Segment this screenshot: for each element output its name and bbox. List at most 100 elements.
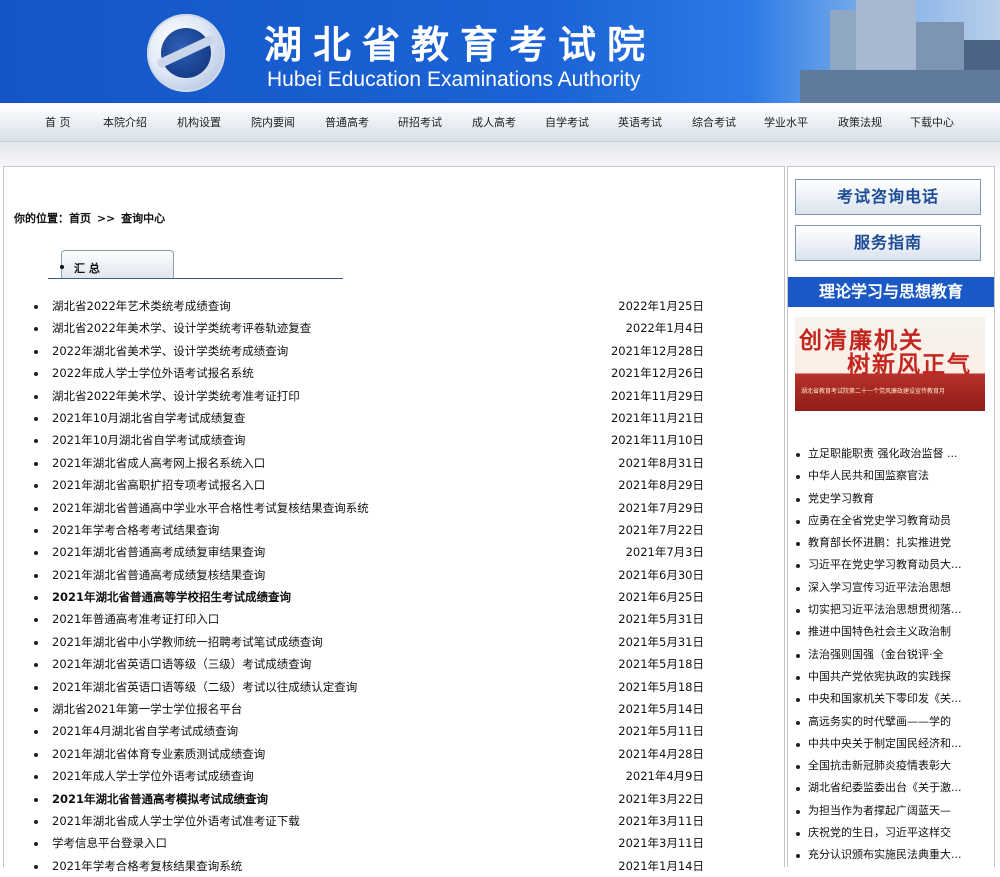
news-item-title[interactable]: 庆祝党的生日，习近平这样交 bbox=[808, 822, 951, 844]
list-item-title[interactable]: 2021年湖北省普通高等学校招生考试成绩查询 bbox=[52, 586, 291, 608]
nav-item-policy[interactable]: 政策法规 bbox=[838, 114, 882, 130]
news-item[interactable]: 深入学习宣传习近平法治思想 bbox=[794, 577, 990, 599]
list-item-title[interactable]: 2021年湖北省英语口语等级（二级）考试以往成绩认定查询 bbox=[52, 676, 357, 698]
list-item[interactable]: 2021年成人学士学位外语考试成绩查询 2021年4月9日 bbox=[28, 765, 708, 787]
list-item-title[interactable]: 2021年湖北省体育专业素质测试成绩查询 bbox=[52, 743, 265, 765]
nav-item-about[interactable]: 本院介绍 bbox=[103, 114, 147, 130]
news-item[interactable]: 中华人民共和国监察官法 bbox=[794, 465, 990, 487]
list-item[interactable]: 学考信息平台登录入口 2021年3月11日 bbox=[28, 832, 708, 854]
list-item[interactable]: 湖北省2021年第一学士学位报名平台 2021年5月14日 bbox=[28, 698, 708, 720]
list-item-title[interactable]: 2021年湖北省中小学教师统一招聘考试笔试成绩查询 bbox=[52, 631, 323, 653]
news-item-title[interactable]: 高远务实的时代擘画——学的 bbox=[808, 711, 951, 733]
news-item[interactable]: 应勇在全省党史学习教育动员 bbox=[794, 510, 990, 532]
news-item[interactable]: 教育部长怀进鹏：扎实推进党 bbox=[794, 532, 990, 554]
list-item[interactable]: 2021年湖北省英语口语等级（二级）考试以往成绩认定查询 2021年5月18日 bbox=[28, 676, 708, 698]
news-item-title[interactable]: 应勇在全省党史学习教育动员 bbox=[808, 510, 951, 532]
news-item[interactable]: 充分认识颁布实施民法典重大... bbox=[794, 844, 990, 866]
exam-hotline-button[interactable]: 考试咨询电话 bbox=[795, 179, 981, 215]
news-item-title[interactable]: 切实把习近平法治思想贯彻落... bbox=[808, 599, 962, 621]
news-item-title[interactable]: 深入学习宣传习近平法治思想 bbox=[808, 577, 951, 599]
list-item-title[interactable]: 2021年湖北省普通高考成绩复审结果查询 bbox=[52, 541, 265, 563]
list-item[interactable]: 2021年湖北省普通高考成绩复审结果查询 2021年7月3日 bbox=[28, 541, 708, 563]
list-item-title[interactable]: 湖北省2022年美术学、设计学类统考评卷轨迹复查 bbox=[52, 317, 311, 339]
list-item[interactable]: 2021年湖北省中小学教师统一招聘考试笔试成绩查询 2021年5月31日 bbox=[28, 631, 708, 653]
list-item[interactable]: 2021年普通高考准考证打印入口 2021年5月31日 bbox=[28, 608, 708, 630]
list-item-title[interactable]: 湖北省2021年第一学士学位报名平台 bbox=[52, 698, 242, 720]
nav-item-home[interactable]: 首 页 bbox=[45, 114, 71, 130]
news-item-title[interactable]: 中华人民共和国监察官法 bbox=[808, 465, 929, 487]
news-item-title[interactable]: 教育部长怀进鹏：扎实推进党 bbox=[808, 532, 951, 554]
nav-item-gaokao[interactable]: 普通高考 bbox=[325, 114, 369, 130]
nav-item-academic[interactable]: 学业水平 bbox=[764, 114, 808, 130]
list-item[interactable]: 2021年湖北省体育专业素质测试成绩查询 2021年4月28日 bbox=[28, 743, 708, 765]
list-item[interactable]: 2021年10月湖北省自学考试成绩查询 2021年11月10日 bbox=[28, 429, 708, 451]
news-item-title[interactable]: 为担当作为者撑起广阔蓝天— bbox=[808, 800, 951, 822]
news-item[interactable]: 党史学习教育 bbox=[794, 488, 990, 510]
news-item[interactable]: 中央和国家机关下零印发《关... bbox=[794, 688, 990, 710]
list-item-title[interactable]: 学考信息平台登录入口 bbox=[52, 832, 167, 854]
list-item[interactable]: 2021年湖北省成人学士学位外语考试准考证下载 2021年3月11日 bbox=[28, 810, 708, 832]
nav-item-postgrad[interactable]: 研招考试 bbox=[398, 114, 442, 130]
list-item[interactable]: 2021年湖北省普通高中学业水平合格性考试复核结果查询系统 2021年7月29日 bbox=[28, 497, 708, 519]
nav-item-org[interactable]: 机构设置 bbox=[177, 114, 221, 130]
news-item-title[interactable]: 中共中央关于制定国民经济和... bbox=[808, 733, 962, 755]
nav-item-selfstudy[interactable]: 自学考试 bbox=[545, 114, 589, 130]
news-item[interactable]: 习近平在党史学习教育动员大... bbox=[794, 554, 990, 576]
nav-item-english[interactable]: 英语考试 bbox=[618, 114, 662, 130]
list-item[interactable]: 2022年成人学士学位外语考试报名系统 2021年12月26日 bbox=[28, 362, 708, 384]
news-item-title[interactable]: 推进中国特色社会主义政治制 bbox=[808, 621, 951, 643]
news-item-title[interactable]: 中国共产党依宪执政的实践探 bbox=[808, 666, 951, 688]
list-item-title[interactable]: 2021年10月湖北省自学考试成绩查询 bbox=[52, 429, 245, 451]
list-item-title[interactable]: 湖北省2022年艺术类统考成绩查询 bbox=[52, 295, 231, 317]
breadcrumb-home[interactable]: 首页 bbox=[69, 212, 91, 225]
news-item-title[interactable]: 湖北省纪委监委出台《关于激... bbox=[808, 777, 962, 799]
nav-item-comprehensive[interactable]: 综合考试 bbox=[692, 114, 736, 130]
list-item[interactable]: 湖北省2022年艺术类统考成绩查询 2022年1月25日 bbox=[28, 295, 708, 317]
list-item[interactable]: 2021年湖北省普通高等学校招生考试成绩查询 2021年6月25日 bbox=[28, 586, 708, 608]
promo-banner[interactable]: 创清廉机关 树新风正气 湖北省教育考试院第二十一个党风廉政建设宣传教育月 bbox=[795, 317, 985, 411]
list-item[interactable]: 湖北省2022年美术学、设计学类统考准考证打印 2021年11月29日 bbox=[28, 385, 708, 407]
news-item[interactable]: 为担当作为者撑起广阔蓝天— bbox=[794, 800, 990, 822]
list-item-title[interactable]: 2021年4月湖北省自学考试成绩查询 bbox=[52, 720, 238, 742]
list-item-title[interactable]: 2021年湖北省普通高中学业水平合格性考试复核结果查询系统 bbox=[52, 497, 369, 519]
list-item[interactable]: 2021年10月湖北省自学考试成绩复查 2021年11月21日 bbox=[28, 407, 708, 429]
list-item-title[interactable]: 2021年湖北省普通高考模拟考试成绩查询 bbox=[52, 788, 268, 810]
news-item[interactable]: 法治强则国强（金台锐评·全 bbox=[794, 644, 990, 666]
news-item[interactable]: 推进中国特色社会主义政治制 bbox=[794, 621, 990, 643]
list-item[interactable]: 2021年湖北省成人高考网上报名系统入口 2021年8月31日 bbox=[28, 452, 708, 474]
news-item-title[interactable]: 中央和国家机关下零印发《关... bbox=[808, 688, 962, 710]
news-item[interactable]: 立足职能职责 强化政治监督 ... bbox=[794, 443, 990, 465]
list-item-title[interactable]: 2021年10月湖北省自学考试成绩复查 bbox=[52, 407, 245, 429]
news-item-title[interactable]: 全国抗击新冠肺炎疫情表彰大 bbox=[808, 755, 951, 777]
list-item[interactable]: 2021年湖北省高职扩招专项考试报名入口 2021年8月29日 bbox=[28, 474, 708, 496]
list-item[interactable]: 2021年4月湖北省自学考试成绩查询 2021年5月11日 bbox=[28, 720, 708, 742]
news-item[interactable]: 中国共产党依宪执政的实践探 bbox=[794, 666, 990, 688]
list-item-title[interactable]: 2021年湖北省成人高考网上报名系统入口 bbox=[52, 452, 265, 474]
nav-item-adult[interactable]: 成人高考 bbox=[472, 114, 516, 130]
list-item-title[interactable]: 湖北省2022年美术学、设计学类统考准考证打印 bbox=[52, 385, 300, 407]
list-item-title[interactable]: 2021年普通高考准考证打印入口 bbox=[52, 608, 219, 630]
list-item-title[interactable]: 2021年成人学士学位外语考试成绩查询 bbox=[52, 765, 254, 787]
list-item[interactable]: 2021年学考合格考考试结果查询 2021年7月22日 bbox=[28, 519, 708, 541]
news-item[interactable]: 切实把习近平法治思想贯彻落... bbox=[794, 599, 990, 621]
section-title[interactable]: 理论学习与思想教育 bbox=[788, 277, 994, 307]
list-item[interactable]: 2021年湖北省普通高考模拟考试成绩查询 2021年3月22日 bbox=[28, 788, 708, 810]
service-guide-button[interactable]: 服务指南 bbox=[795, 225, 981, 261]
news-item[interactable]: 中共中央关于制定国民经济和... bbox=[794, 733, 990, 755]
news-item-title[interactable]: 立足职能职责 强化政治监督 ... bbox=[808, 443, 957, 465]
list-item-title[interactable]: 2021年湖北省高职扩招专项考试报名入口 bbox=[52, 474, 265, 496]
list-item-title[interactable]: 2021年湖北省普通高考成绩复核结果查询 bbox=[52, 564, 265, 586]
nav-item-news[interactable]: 院内要闻 bbox=[251, 114, 295, 130]
news-item-title[interactable]: 习近平在党史学习教育动员大... bbox=[808, 554, 962, 576]
list-item-title[interactable]: 2021年学考合格考考试结果查询 bbox=[52, 519, 219, 541]
news-item[interactable]: 高远务实的时代擘画——学的 bbox=[794, 711, 990, 733]
nav-item-download[interactable]: 下载中心 bbox=[910, 114, 954, 130]
news-item[interactable]: 庆祝党的生日，习近平这样交 bbox=[794, 822, 990, 844]
list-item[interactable]: 湖北省2022年美术学、设计学类统考评卷轨迹复查 2022年1月4日 bbox=[28, 317, 708, 339]
hubei-eea-emblem-icon[interactable] bbox=[147, 14, 225, 92]
news-item-title[interactable]: 法治强则国强（金台锐评·全 bbox=[808, 644, 944, 666]
list-item[interactable]: 2021年湖北省英语口语等级（三级）考试成绩查询 2021年5月18日 bbox=[28, 653, 708, 675]
list-item-title[interactable]: 2021年湖北省成人学士学位外语考试准考证下载 bbox=[52, 810, 300, 832]
list-item[interactable]: 2022年湖北省美术学、设计学类统考成绩查询 2021年12月28日 bbox=[28, 340, 708, 362]
news-item-title[interactable]: 党史学习教育 bbox=[808, 488, 874, 510]
